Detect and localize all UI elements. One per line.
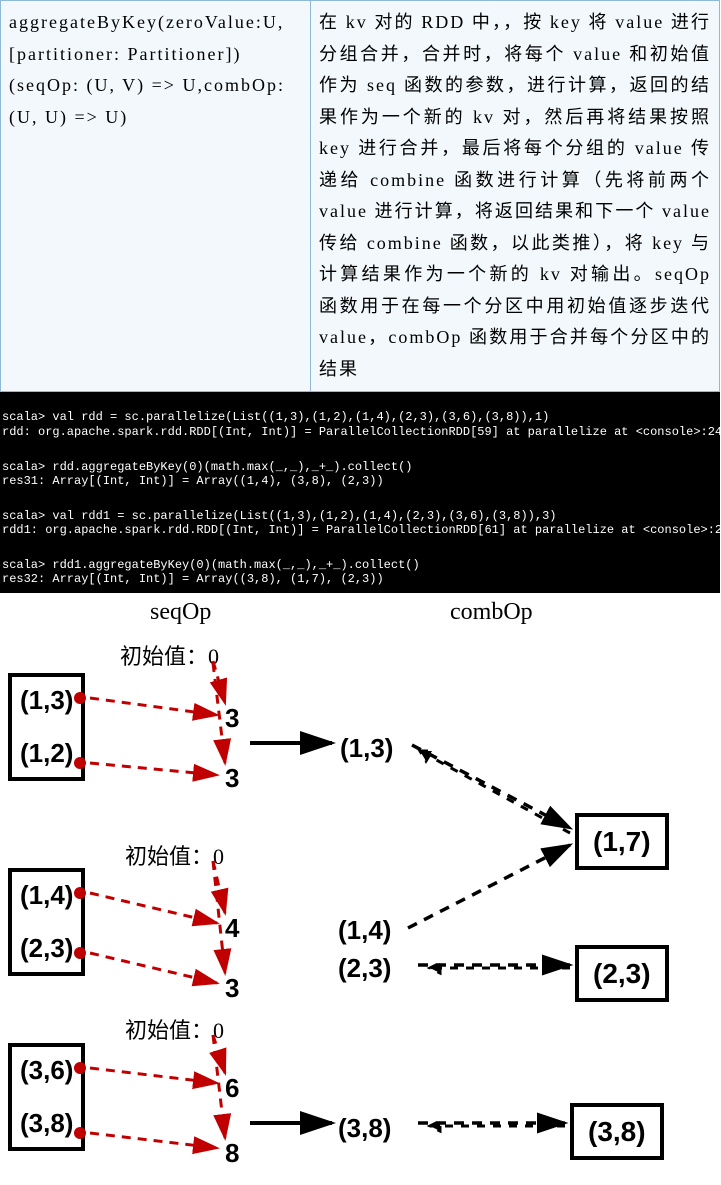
definition-table: aggregateByKey(zeroValue:U,[partitioner:… xyxy=(0,0,720,392)
arrows-svg xyxy=(0,593,720,1185)
term-line-7: scala> rdd1.aggregateByKey(0)(math.max(_… xyxy=(2,558,420,572)
term-line-8: res32: Array[(Int, Int)] = Array((3,8), … xyxy=(2,572,384,586)
signature-cell: aggregateByKey(zeroValue:U,[partitioner:… xyxy=(1,1,311,391)
signature-text: aggregateByKey(zeroValue:U,[partitioner:… xyxy=(9,12,285,127)
term-line-5: scala> val rdd1 = sc.parallelize(List((1… xyxy=(2,509,557,523)
description-text: 在 kv 对的 RDD 中，，按 key 将 value 进行分组合并，合并时，… xyxy=(319,12,711,379)
aggregate-diagram: seqOp combOp 初始值：0 初始值：0 初始值：0 (1,3) (1,… xyxy=(0,593,720,1185)
term-line-6: rdd1: org.apache.spark.rdd.RDD[(Int, Int… xyxy=(2,523,720,537)
term-line-1: scala> val rdd = sc.parallelize(List((1,… xyxy=(2,410,549,424)
term-line-3: scala> rdd.aggregateByKey(0)(math.max(_,… xyxy=(2,460,412,474)
term-line-4: res31: Array[(Int, Int)] = Array((1,4), … xyxy=(2,474,384,488)
term-line-2: rdd: org.apache.spark.rdd.RDD[(Int, Int)… xyxy=(2,425,720,439)
terminal-output: scala> val rdd = sc.parallelize(List((1,… xyxy=(0,392,720,593)
description-cell: 在 kv 对的 RDD 中，，按 key 将 value 进行分组合并，合并时，… xyxy=(311,1,719,391)
